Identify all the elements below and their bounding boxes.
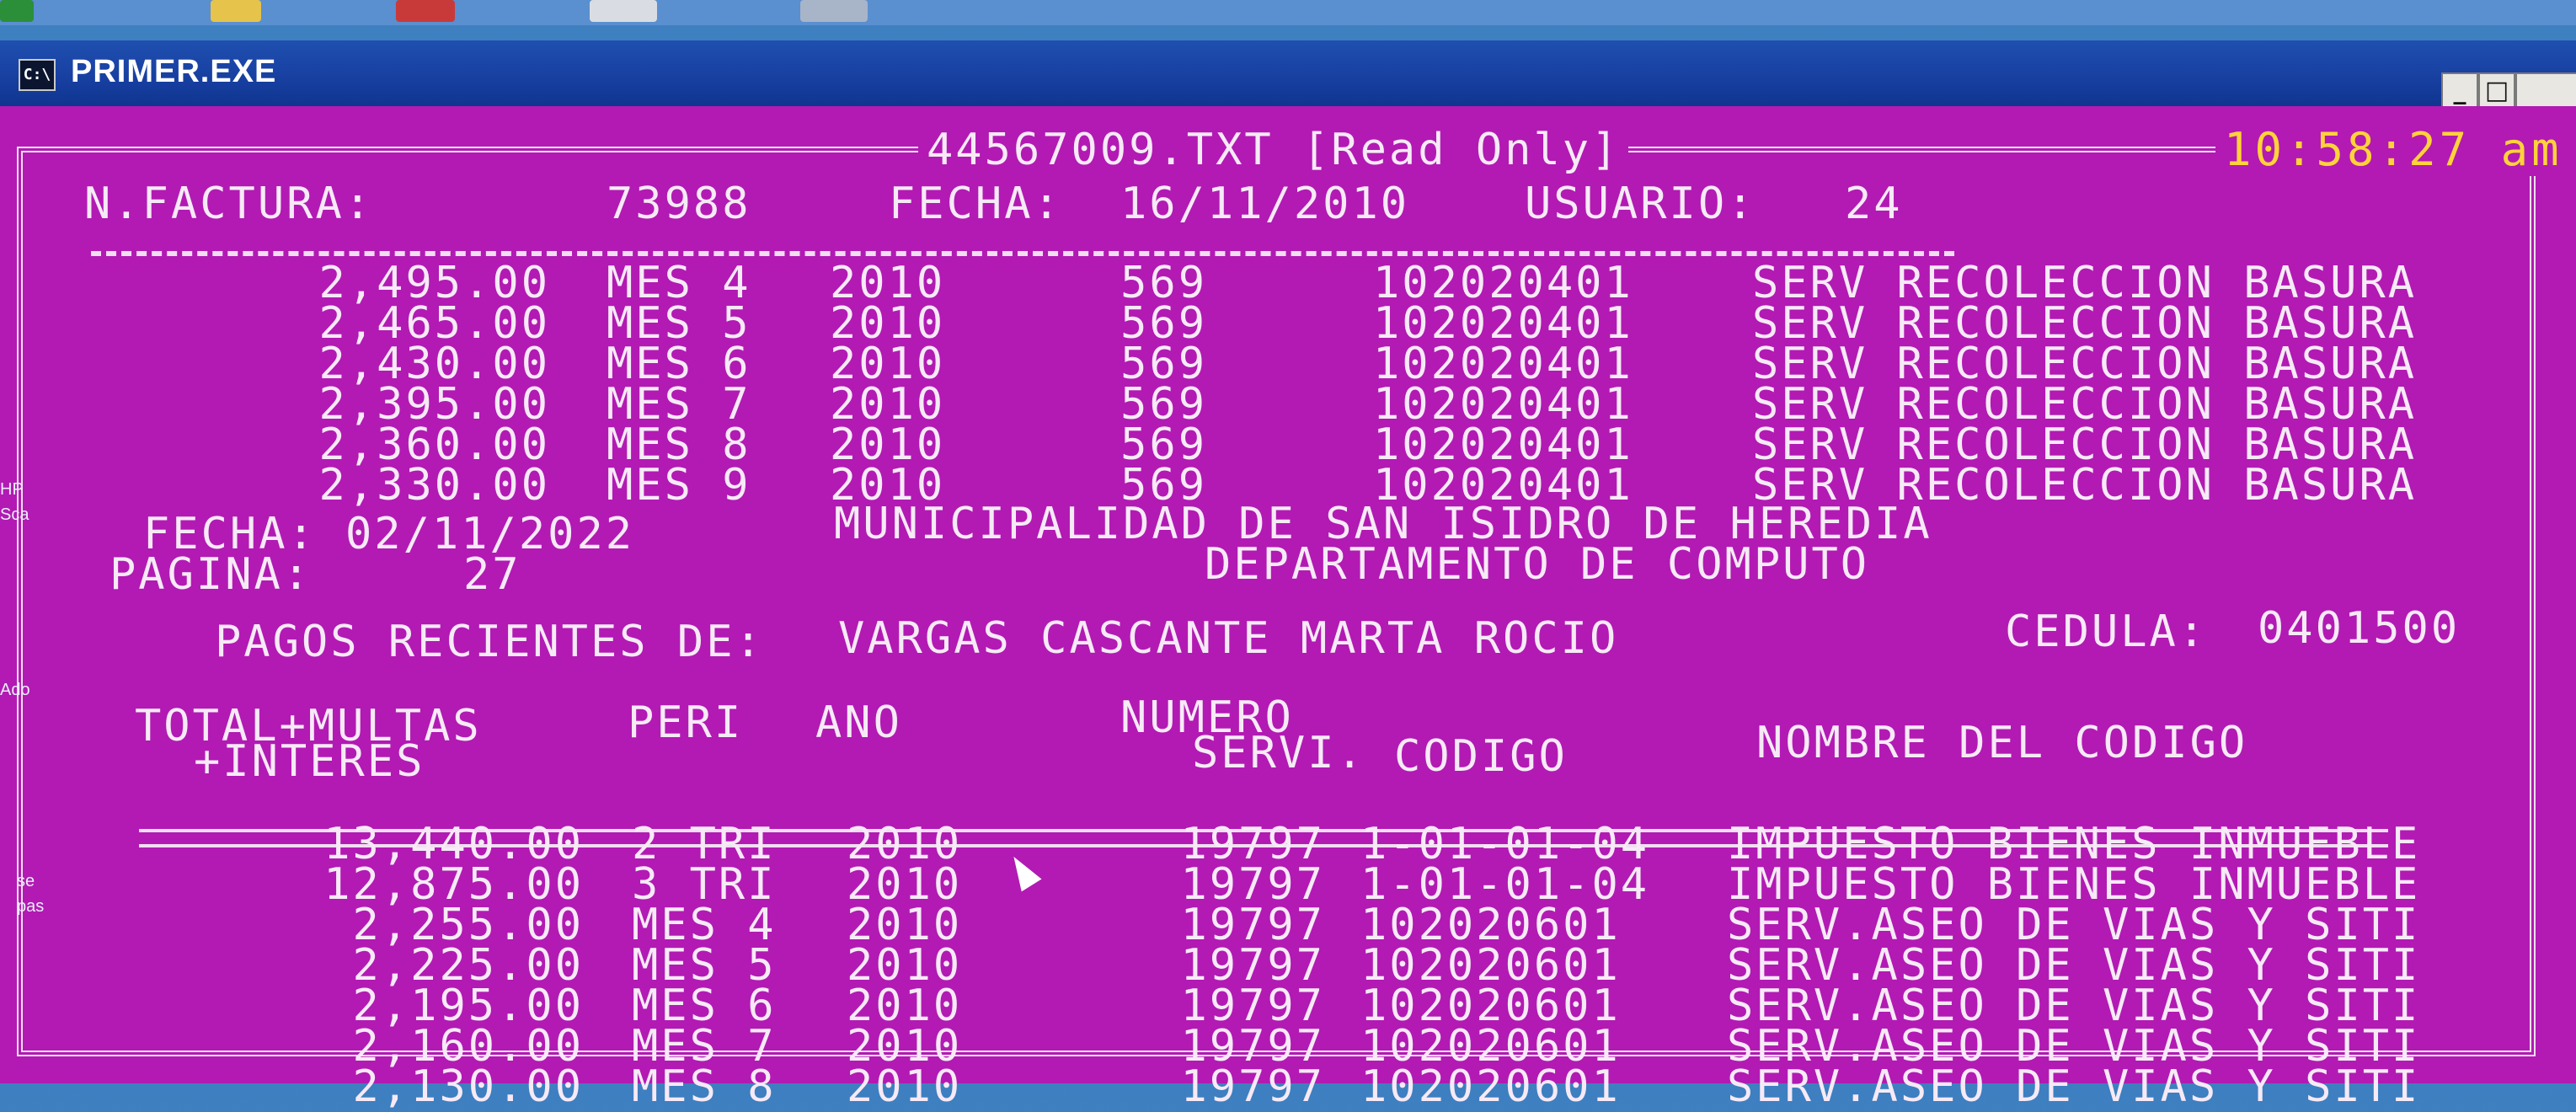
clock: 10:58:27 am [2215,123,2571,176]
minimize-button[interactable]: _ [2441,72,2478,110]
lower-row-amount: 2,130.00 [352,1061,584,1112]
lower-row-code: 102020601 [1360,1061,1621,1112]
console-window: C:\ PRIMER.EXE _ □ 44567009.TXT [Read On… [0,40,2576,1109]
date-label: FECHA: [889,179,1062,229]
page-label: PAGINA: [110,549,313,600]
file-title: 44567009.TXT [Read Only] [918,125,1629,175]
header-date: 16/11/2010 [1120,179,1410,229]
lower-row-service: 19797 [1180,1061,1325,1112]
upper-row-amount: 2,330.00 [318,460,550,511]
close-button[interactable] [2515,72,2576,110]
invoice-label: N.FACTURA: [84,179,374,229]
desktop-label-hp: HP [0,480,24,499]
id-number: 0401500 [2258,603,2461,654]
upper-row-period: MES 9 [607,460,751,511]
lower-row-period: MES 8 [632,1061,777,1112]
desktop-file-icon[interactable] [800,0,868,22]
desktop-label-pas: pas [17,897,45,916]
desktop-folder-icon[interactable] [211,0,261,22]
invoice-number: 73988 [607,179,751,229]
recent-payments-label: PAGOS RECIENTES DE: [215,617,764,667]
page-number: 27 [463,549,521,600]
dashed-separator [91,251,1954,256]
col-code: CODIGO [1394,731,1568,782]
lower-row-name: SERV.ASEO DE VIAS Y SITI [1727,1061,2421,1112]
desktop-label-ado: Ado [0,681,30,699]
desktop-shortcut-icon[interactable] [0,0,34,22]
id-label: CEDULA: [2005,607,2208,657]
department-name: DEPARTAMENTO DE COMPUTO [1205,539,1870,590]
console-app-icon: C:\ [19,59,56,91]
col-code-name: NOMBRE DEL CODIGO [1756,718,2248,768]
payer-name: VARGAS CASCANTE MARTA ROCIO [838,613,1619,664]
maximize-button[interactable]: □ [2478,72,2515,110]
window-titlebar[interactable]: C:\ PRIMER.EXE _ □ [0,40,2576,110]
console-screen[interactable]: 44567009.TXT [Read Only] 10:58:27 am N.F… [0,106,2576,1109]
col-period: PERI [628,698,744,748]
user-label: USUARIO: [1525,179,1756,229]
desktop-label-se: se [17,872,35,890]
col-service-label: SERVI. [1192,728,1365,778]
window-title: PRIMER.EXE [71,54,277,89]
desktop-top-strip [0,0,2576,25]
desktop-app-icon[interactable] [396,0,455,22]
desktop-document-icon[interactable] [590,0,657,22]
col-year: ANO [815,698,902,748]
lower-row-year: 2010 [847,1061,963,1112]
user-number: 24 [1845,179,1903,229]
col-total-interest: +INTERES [194,736,425,787]
desktop-label-sca: Sca [0,505,29,524]
